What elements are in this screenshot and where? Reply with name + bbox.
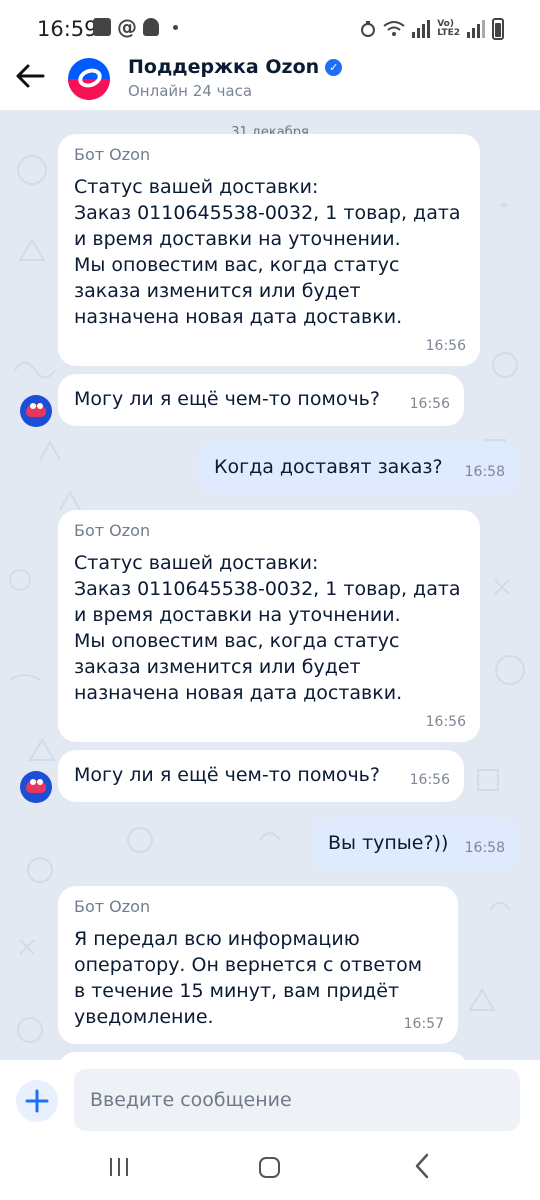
chat-area[interactable]: 31 декабря Бот Ozon Статус вашей доставк… [0,110,540,1060]
message-input[interactable] [74,1069,520,1131]
message-bubble-incoming[interactable]: Могу ли я ещё чем-то помочь? 16:56 [58,374,464,426]
bot-avatar-eye [37,779,43,785]
status-bar: 16:59 @ Vo) LTE2 [0,0,540,56]
message-time: 16:57 [403,1016,444,1032]
bot-avatar[interactable] [20,395,52,427]
bot-avatar-eye [30,779,36,785]
plus-icon [25,1089,49,1113]
message-text: Вы тупые?)) [328,832,449,854]
system-icons: Vo) LTE2 [360,18,504,40]
recent-apps-icon[interactable] [110,1158,128,1176]
verified-check-icon: ✓ [325,58,343,76]
message-sender: Бот Ozon [74,145,151,164]
message-composer [0,1060,540,1142]
message-text: Я передал всю информацию оператору. Он в… [74,928,423,1028]
chat-header: Поддержка Ozon ✓ Онлайн 24 часа [0,56,540,110]
bot-avatar-face [26,780,46,793]
back-nav-icon[interactable] [414,1152,430,1185]
message-bubble-incoming[interactable]: Могу ли я ещё чем-то помочь? 16:56 [58,750,464,802]
bot-avatar-face [26,404,46,417]
message-time: 16:56 [425,338,466,354]
message-bubble-incoming-partial[interactable] [58,1052,468,1060]
message-time: 16:56 [409,772,450,788]
chat-subtitle: Онлайн 24 часа [128,82,253,100]
message-sender: Бот Ozon [74,521,151,540]
bot-avatar-eye [30,403,36,409]
message-text: Могу ли я ещё чем-то помочь? [74,388,380,410]
battery-icon [492,18,504,40]
system-nav-bar [0,1142,540,1200]
attach-button[interactable] [16,1080,58,1122]
message-bubble-incoming[interactable]: Бот Ozon Статус вашей доставки: Заказ 01… [58,134,480,366]
wifi-icon [383,21,405,36]
message-text: Статус вашей доставки: Заказ 0110645538-… [74,552,461,704]
status-time: 16:59 [37,17,98,41]
notification-icons: @ [93,15,178,39]
message-bubble-outgoing[interactable]: Когда доставят заказ? 16:58 [198,442,519,494]
gallery-icon [93,18,111,36]
signal-2-icon [467,20,485,38]
arrow-left-icon [16,64,45,88]
network-label-lte: LTE2 [437,28,460,38]
message-text: Когда доставят заказ? [214,456,443,478]
signal-icon [412,20,431,38]
message-bubble-outgoing[interactable]: Вы тупые?)) 16:58 [312,818,519,870]
message-time: 16:58 [464,464,505,480]
message-bubble-incoming[interactable]: Бот Ozon Я передал всю информацию операт… [58,886,458,1044]
chat-title[interactable]: Поддержка Ozon ✓ [128,56,343,78]
bell-icon [143,18,159,36]
message-time: 16:56 [425,714,466,730]
bot-avatar-eye [37,403,43,409]
home-icon[interactable] [259,1157,280,1178]
message-bubble-incoming[interactable]: Бот Ozon Статус вашей доставки: Заказ 01… [58,510,480,742]
bot-avatar[interactable] [20,771,52,803]
message-time: 16:58 [464,840,505,856]
at-icon: @ [117,15,137,39]
back-button[interactable] [14,60,50,96]
message-sender: Бот Ozon [74,897,151,916]
chat-title-text: Поддержка Ozon [128,56,320,78]
message-text: Статус вашей доставки: Заказ 0110645538-… [74,176,461,328]
network-labels: Vo) LTE2 [437,20,460,38]
ozon-logo-avatar[interactable] [68,58,110,100]
message-time: 16:56 [409,396,450,412]
alarm-icon [361,21,376,37]
dot-icon [173,24,178,30]
message-text: Могу ли я ещё чем-то помочь? [74,764,380,786]
